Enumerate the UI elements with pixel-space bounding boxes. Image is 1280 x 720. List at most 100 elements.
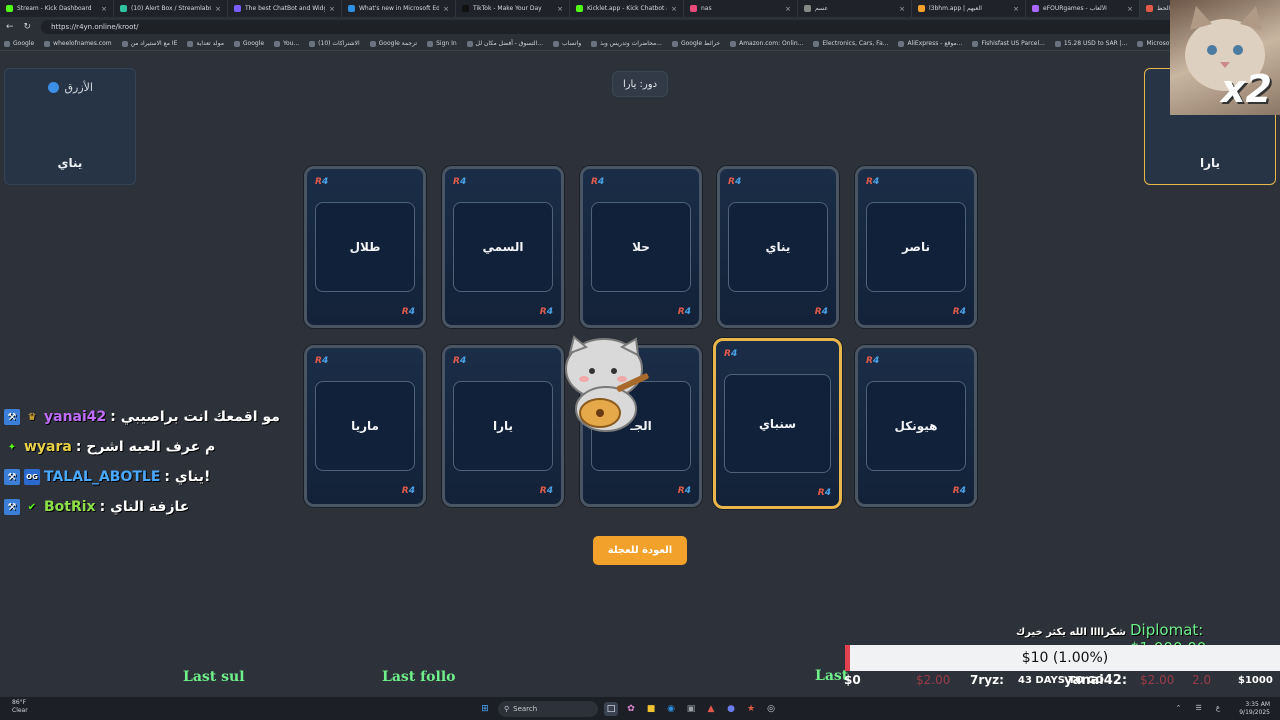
wifi-icon[interactable]: ☰ [1196, 704, 1202, 712]
card[interactable]: R4 حلا R4 [580, 166, 702, 328]
card[interactable]: R4 السمي R4 [442, 166, 564, 328]
webcam-overlay: x2 [1170, 0, 1280, 115]
bookmark-item[interactable]: Google [4, 40, 34, 47]
bookmarks-bar: Google wheelofnames.com مع الاستيراد من IE… [0, 37, 1280, 51]
bookmark-item[interactable]: Sign In [427, 40, 457, 47]
bookmark-item[interactable]: محاضرات وتدريس وبذ... [591, 40, 662, 47]
close-tab-icon[interactable]: × [557, 5, 563, 13]
close-tab-icon[interactable]: × [329, 5, 335, 13]
bookmark-label: Google [242, 40, 265, 47]
file-explorer-icon[interactable]: ■ [644, 702, 658, 716]
weather-condition: Clear [12, 707, 28, 714]
tab-label: TikTok - Make Your Day [473, 5, 542, 12]
bookmark-item[interactable]: Electronics, Cars, Fa... [813, 40, 888, 47]
tab-favicon-icon [1032, 5, 1039, 12]
card-label: سنباي [724, 374, 831, 473]
brave-icon[interactable]: ▲ [704, 702, 718, 716]
close-tab-icon[interactable]: × [785, 5, 791, 13]
windows-start-icon[interactable]: ⊞ [478, 702, 492, 716]
bookmark-favicon-icon [427, 40, 434, 47]
browser-tab[interactable]: TikTok - Make Your Day × [456, 0, 570, 17]
bookmark-favicon-icon [813, 40, 820, 47]
last-follow-label: Last follo [382, 669, 456, 685]
close-tab-icon[interactable]: × [1127, 5, 1133, 13]
bookmark-favicon-icon [671, 40, 678, 47]
browser-tab[interactable]: Stream - Kick Dashboard × [0, 0, 114, 17]
bookmark-favicon-icon [972, 40, 979, 47]
close-tab-icon[interactable]: × [215, 5, 221, 13]
browser-tab[interactable]: l3bhm.app | العبهم × [912, 0, 1026, 17]
bookmark-item[interactable]: Google [233, 40, 265, 47]
close-tab-icon[interactable]: × [899, 5, 905, 13]
discord-icon[interactable]: ● [724, 702, 738, 716]
browser-tab[interactable]: (10) Alert Box / Streamlabs × [114, 0, 228, 17]
browser-tab[interactable]: What's new in Microsoft Edge × [342, 0, 456, 17]
close-tab-icon[interactable]: × [101, 5, 107, 13]
chevron-up-icon[interactable]: ⌃ [1176, 704, 1182, 712]
bookmark-favicon-icon [309, 40, 316, 47]
refresh-icon[interactable]: ↻ [24, 22, 32, 32]
bookmark-item[interactable]: wheelofnames.com [44, 40, 112, 47]
close-tab-icon[interactable]: × [671, 5, 677, 13]
bookmark-label: Google ترجمة [378, 40, 418, 47]
bookmark-item[interactable]: واتساب [553, 40, 581, 47]
card-label: طلال [315, 202, 415, 292]
close-tab-icon[interactable]: × [443, 5, 449, 13]
card-label: يارا [453, 381, 553, 471]
bookmark-favicon-icon [121, 40, 128, 47]
chat-message: ⚒ ♛ yanai42 : مو اقمعك انت براصيبي [4, 402, 304, 432]
bookmark-label: 15.28 USD to SAR |... [1063, 40, 1128, 47]
url-field[interactable]: https://r4yn.online/kroot/ [41, 20, 1258, 34]
card-selected[interactable]: R4 سنباي R4 [713, 338, 842, 509]
bookmark-item[interactable]: التسوق - أفضل مكان لل... [466, 40, 544, 47]
bookmark-label: التسوق - أفضل مكان لل... [475, 40, 544, 47]
bookmark-item[interactable]: Google خرائط [671, 40, 720, 47]
card[interactable]: R4 يناي R4 [717, 166, 839, 328]
copilot-icon[interactable]: ✿ [624, 702, 638, 716]
bookmark-item[interactable]: Google ترجمة [369, 40, 418, 47]
bookmark-item[interactable]: مولد تعداية [187, 40, 224, 47]
r4-logo-icon: R4 [591, 177, 605, 187]
clock[interactable]: 3:35 AM 9/19/2025 [1239, 701, 1270, 717]
blue-team-dot-icon [47, 82, 59, 93]
task-view-icon[interactable]: □ [604, 702, 618, 716]
edge-icon[interactable]: ◉ [664, 702, 678, 716]
bookmark-item[interactable]: (10) الاشتراكات [309, 40, 360, 47]
browser-tab[interactable]: The best ChatBot and Widgets × [228, 0, 342, 17]
close-tab-icon[interactable]: × [1013, 5, 1019, 13]
goal-progress-bar: $10 (1.00%) [845, 645, 1280, 671]
bookmark-item[interactable]: AliExpress - موقع... [898, 40, 962, 47]
card[interactable]: R4 يارا R4 [442, 345, 564, 507]
chat-text: : م عرف العبه اشرح [75, 439, 216, 455]
browser-tab[interactable]: عسم × [798, 0, 912, 17]
back-arrow-icon[interactable]: ← [6, 22, 14, 32]
tab-label: l3bhm.app | العبهم [929, 5, 982, 12]
browser-tab[interactable]: Kicklet.app - Kick Chatbot and × [570, 0, 684, 17]
bookmark-item[interactable]: Fishisfast US Parcel... [972, 40, 1045, 47]
browser-tab[interactable]: nas × [684, 0, 798, 17]
card-label: يناي [728, 202, 828, 292]
store-icon[interactable]: ▣ [684, 702, 698, 716]
app-icon[interactable]: ★ [744, 702, 758, 716]
weather-widget[interactable]: 86°F Clear [12, 699, 28, 715]
bookmark-item[interactable]: You... [274, 40, 299, 47]
card[interactable]: R4 ماريا R4 [304, 345, 426, 507]
chat-message: ⚒ OG TALAL_ABOTLE : يناي! [4, 462, 304, 492]
back-to-wheel-button[interactable]: العودة للعجلة [593, 536, 687, 565]
card[interactable]: R4 هيونكل R4 [855, 345, 977, 507]
taskbar-search[interactable]: ⚲ Search [498, 701, 598, 717]
card[interactable]: R4 طلال R4 [304, 166, 426, 328]
tab-label: Kicklet.app - Kick Chatbot and [587, 5, 667, 12]
bookmark-item[interactable]: مع الاستيراد من IE [121, 40, 177, 47]
language-icon[interactable]: ع [1216, 704, 1220, 712]
bookmark-item[interactable]: Amazon.com: Onlin... [730, 40, 803, 47]
system-tray: ⌃ ☰ ع [1176, 704, 1220, 712]
card[interactable]: R4 ناصر R4 [855, 166, 977, 328]
bookmark-favicon-icon [4, 40, 10, 47]
ticker-end: $1000 [1238, 675, 1273, 686]
browser-tab[interactable]: eFOURgames - الألعاب × [1026, 0, 1140, 17]
bookmark-item[interactable]: 15.28 USD to SAR |... [1054, 40, 1128, 47]
obs-icon[interactable]: ◎ [764, 702, 778, 716]
r4-logo-icon: R4 [539, 486, 553, 496]
chat-username: BotRix [44, 499, 96, 515]
